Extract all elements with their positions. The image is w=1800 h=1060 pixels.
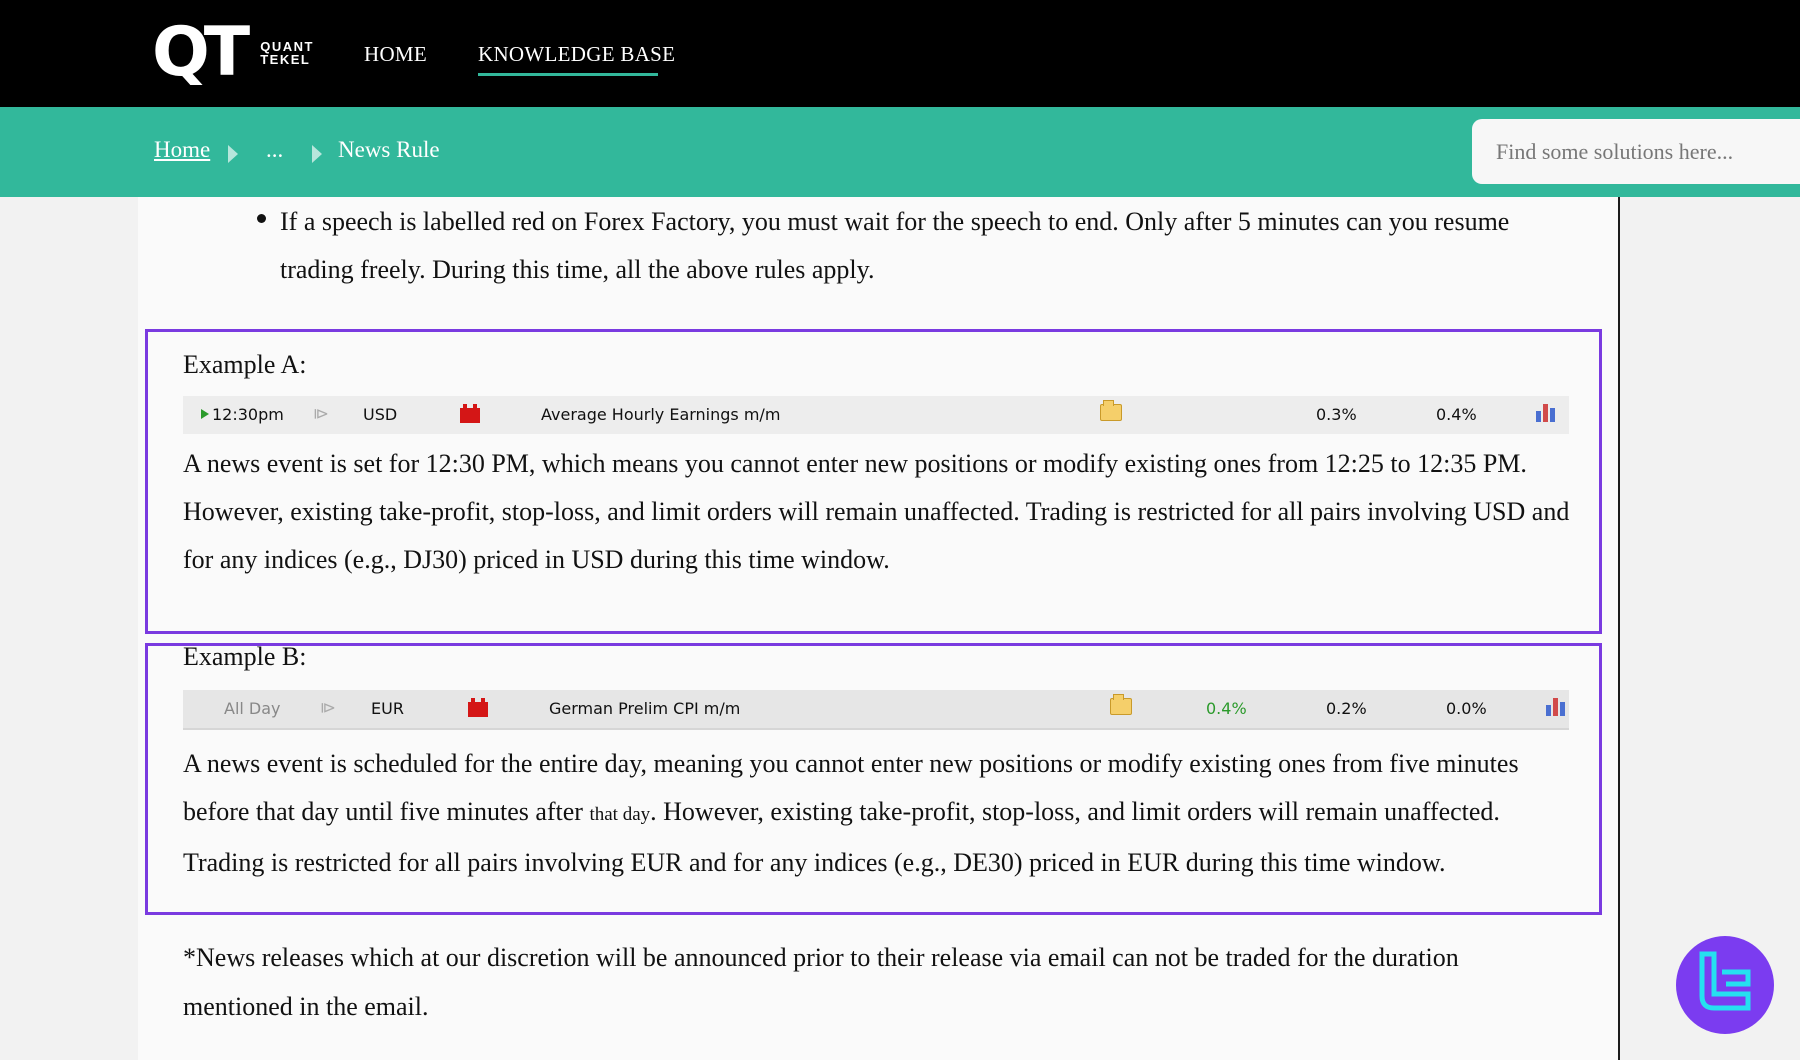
event-name: German Prelim CPI m/m xyxy=(549,699,741,718)
calendar-row-a: 12:30pm ⧐ USD Average Hourly Earnings m/… xyxy=(183,396,1569,434)
nav-knowledge-base-link[interactable]: KNOWLEDGE BASE xyxy=(478,42,675,67)
high-impact-icon xyxy=(460,404,480,423)
speaker-icon: ⧐ xyxy=(313,404,329,423)
breadcrumb-chevron-icon xyxy=(312,145,322,163)
detail-folder-icon[interactable] xyxy=(1100,400,1122,421)
breadcrumb-chevron-icon xyxy=(228,145,238,163)
content-divider xyxy=(1618,197,1620,1060)
example-b-explanation: A news event is scheduled for the entire… xyxy=(183,749,1519,877)
speech-rule-bullet: If a speech is labelled red on Forex Fac… xyxy=(280,207,1510,284)
logo-mark: QT xyxy=(152,13,250,92)
nav-home-link[interactable]: HOME xyxy=(364,42,427,67)
detail-folder-icon[interactable] xyxy=(1110,694,1132,715)
event-actual: 0.4% xyxy=(1206,699,1247,718)
logo-subtext: QUANT TEKEL xyxy=(260,39,314,67)
example-a-title: Example A: xyxy=(183,350,307,379)
chat-badge-logo-icon[interactable] xyxy=(1676,936,1774,1034)
event-previous: 0.0% xyxy=(1446,699,1487,718)
play-icon xyxy=(201,409,209,419)
active-nav-underline xyxy=(478,73,658,76)
high-impact-icon xyxy=(468,698,488,717)
bar-chart-icon[interactable] xyxy=(1545,695,1567,717)
event-currency: USD xyxy=(363,405,398,424)
tc-logo-icon xyxy=(1699,951,1751,1011)
email-news-note: *News releases which at our discretion w… xyxy=(183,943,1459,1021)
event-forecast: 0.2% xyxy=(1326,699,1367,718)
speaker-icon: ⧐ xyxy=(320,698,336,717)
event-currency: EUR xyxy=(371,699,404,718)
calendar-row-b: All Day ⧐ EUR German Prelim CPI m/m 0.4%… xyxy=(183,690,1569,730)
example-a-explanation: A news event is set for 12:30 PM, which … xyxy=(183,449,1570,574)
bar-chart-icon[interactable] xyxy=(1535,401,1557,423)
event-previous: 0.4% xyxy=(1436,405,1477,424)
search-input[interactable] xyxy=(1472,119,1800,184)
event-forecast: 0.3% xyxy=(1316,405,1357,424)
event-name: Average Hourly Earnings m/m xyxy=(541,405,781,424)
breadcrumb-current: News Rule xyxy=(338,137,440,162)
event-time: All Day xyxy=(224,699,281,718)
breadcrumb-home-link[interactable]: Home xyxy=(154,137,210,163)
top-navigation: QT QUANT TEKEL HOME KNOWLEDGE BASE xyxy=(0,0,1800,107)
bullet-icon xyxy=(257,214,266,223)
qt-logo[interactable]: QT QUANT TEKEL xyxy=(152,13,314,92)
breadcrumb-ellipsis[interactable]: ... xyxy=(266,137,283,163)
example-b-title: Example B: xyxy=(183,642,307,671)
event-time: 12:30pm xyxy=(201,405,284,424)
